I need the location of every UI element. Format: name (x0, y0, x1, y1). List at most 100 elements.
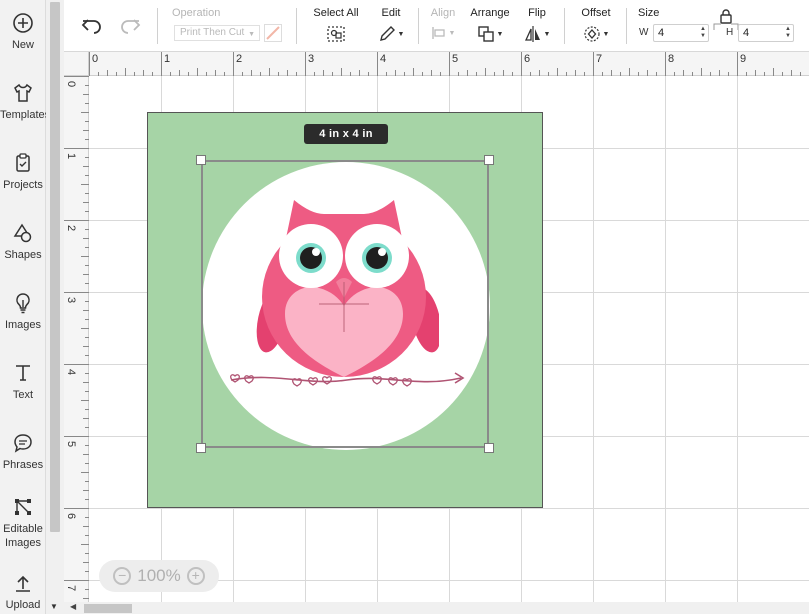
top-ruler: 0 1 2 3 4 5 6 7 8 9 (89, 52, 809, 76)
horizontal-scrollbar[interactable]: ◀ (64, 602, 809, 614)
horizontal-scroll-thumb[interactable] (84, 604, 132, 613)
stepper-arrows-icon[interactable]: ▲ ▼ (700, 26, 706, 40)
chevron-down-icon: ▼ (248, 31, 255, 38)
redo-button[interactable] (118, 16, 142, 41)
arrange-button[interactable]: Arrange ▼ (468, 6, 512, 43)
ruler-number: 1 (65, 152, 78, 160)
sidebar-item-shapes[interactable]: Shapes (0, 222, 46, 262)
height-value: 4 (743, 27, 750, 39)
scroll-down-arrow-icon[interactable]: ▼ (50, 602, 58, 611)
ruler-number: 6 (524, 53, 531, 65)
ruler-number: 4 (380, 53, 387, 65)
chevron-down-icon: ▼ (602, 30, 610, 38)
plus-circle-icon (13, 13, 33, 33)
select-all-button[interactable]: Select All (308, 6, 364, 43)
operation-select[interactable]: Print Then Cut ▼ (174, 25, 260, 41)
chevron-down-icon: ▼ (448, 29, 456, 37)
toolbar-separator (157, 8, 158, 44)
align-button[interactable]: Align ▼ (426, 6, 460, 41)
width-input[interactable]: 4 ▲ ▼ (653, 24, 709, 42)
color-swatch-icon (264, 24, 282, 42)
ruler-number: 0 (65, 80, 78, 88)
ruler-number: 9 (740, 53, 747, 65)
redo-icon (121, 19, 141, 34)
resize-handle-top-left[interactable] (196, 155, 206, 165)
arrange-icon (477, 26, 494, 42)
undo-icon (81, 19, 101, 34)
zoom-control: − 100% + (99, 560, 219, 592)
sidebar-item-label: Editable Images (3, 523, 43, 549)
toolbar-separator (564, 8, 565, 44)
sidebar-item-label: Templates (0, 109, 51, 121)
sidebar-scroll-thumb[interactable] (50, 2, 60, 532)
ruler-number: 3 (65, 296, 78, 304)
sidebar-item-upload[interactable]: Upload (0, 572, 46, 612)
align-icon (431, 27, 445, 39)
scroll-left-arrow-icon[interactable]: ◀ (70, 602, 76, 611)
flip-icon (524, 26, 540, 42)
select-all-icon (327, 26, 345, 42)
resize-handle-bottom-right[interactable] (484, 443, 494, 453)
size-group: Size (638, 6, 659, 20)
ruler-number: 1 (164, 53, 171, 65)
left-ruler: 0 1 2 3 4 5 6 7 (64, 76, 89, 614)
sidebar-item-label: New (11, 39, 34, 51)
sidebar-item-text[interactable]: Text (0, 362, 46, 402)
sidebar-item-images[interactable]: Images (0, 292, 46, 332)
sidebar-item-label: Shapes (4, 249, 42, 261)
top-ruler-ticks (89, 52, 801, 76)
sidebar-item-phrases[interactable]: Phrases (0, 432, 46, 472)
sidebar-item-label: Images (4, 319, 42, 331)
design-canvas[interactable]: 4 in x 4 in − 100% + (89, 76, 809, 602)
pen-color-swatch[interactable] (264, 24, 282, 47)
sidebar-item-templates[interactable]: Templates (0, 82, 51, 122)
resize-handle-bottom-left[interactable] (196, 443, 206, 453)
shirt-icon (14, 83, 32, 102)
ruler-number: 8 (668, 53, 675, 65)
toolbar-separator (626, 8, 627, 44)
sidebar-item-editable-images[interactable]: Editable Images (0, 496, 46, 550)
height-letter: H (726, 27, 734, 38)
size-label: Size (638, 7, 660, 19)
selection-bounding-box[interactable] (201, 160, 489, 448)
upload-icon (16, 575, 30, 592)
sidebar-item-projects[interactable]: Projects (0, 152, 46, 192)
toolbar-separator (418, 8, 419, 44)
width-letter: W (639, 27, 649, 38)
ruler-corner (64, 52, 89, 76)
sidebar-item-label: Phrases (2, 459, 44, 471)
offset-button[interactable]: Offset ▼ (574, 6, 618, 43)
ruler-number: 5 (65, 440, 78, 448)
sidebar-item-new[interactable]: New (0, 12, 46, 52)
sidebar-item-label: Upload (5, 599, 41, 611)
sidebar-item-label: Projects (3, 179, 43, 191)
flip-button[interactable]: Flip ▼ (520, 6, 554, 43)
resize-handle-top-right[interactable] (484, 155, 494, 165)
clipboard-icon (16, 153, 30, 172)
edit-button[interactable]: Edit ▼ (370, 6, 412, 43)
ruler-number: 3 (308, 53, 315, 65)
offset-label: Offset (581, 7, 611, 19)
select-all-label: Select All (313, 7, 359, 19)
undo-button[interactable] (80, 16, 104, 41)
ruler-number: 5 (452, 53, 459, 65)
edit-label: Edit (381, 7, 401, 19)
chevron-down-icon: ▼ (397, 30, 405, 38)
zoom-in-button[interactable]: + (186, 567, 205, 585)
height-input[interactable]: 4 ▲ ▼ (738, 24, 794, 42)
text-icon (16, 365, 30, 381)
stepper-arrows-icon[interactable]: ▲ ▼ (785, 26, 791, 40)
ruler-number: 2 (236, 53, 243, 65)
chevron-down-icon: ▼ (543, 30, 551, 38)
dimension-badge: 4 in x 4 in (304, 124, 388, 144)
lightbulb-icon (16, 293, 30, 314)
zoom-out-button[interactable]: − (113, 567, 132, 585)
ruler-number: 0 (92, 53, 99, 65)
align-label: Align (430, 7, 456, 19)
arrange-label: Arrange (470, 7, 510, 19)
sidebar-item-label: Text (12, 389, 34, 401)
ruler-number: 6 (65, 512, 78, 520)
zoom-level: 100% (137, 566, 181, 585)
operation-group: Operation (172, 6, 220, 20)
sidebar-scrollbar[interactable]: ▼ (46, 0, 64, 614)
